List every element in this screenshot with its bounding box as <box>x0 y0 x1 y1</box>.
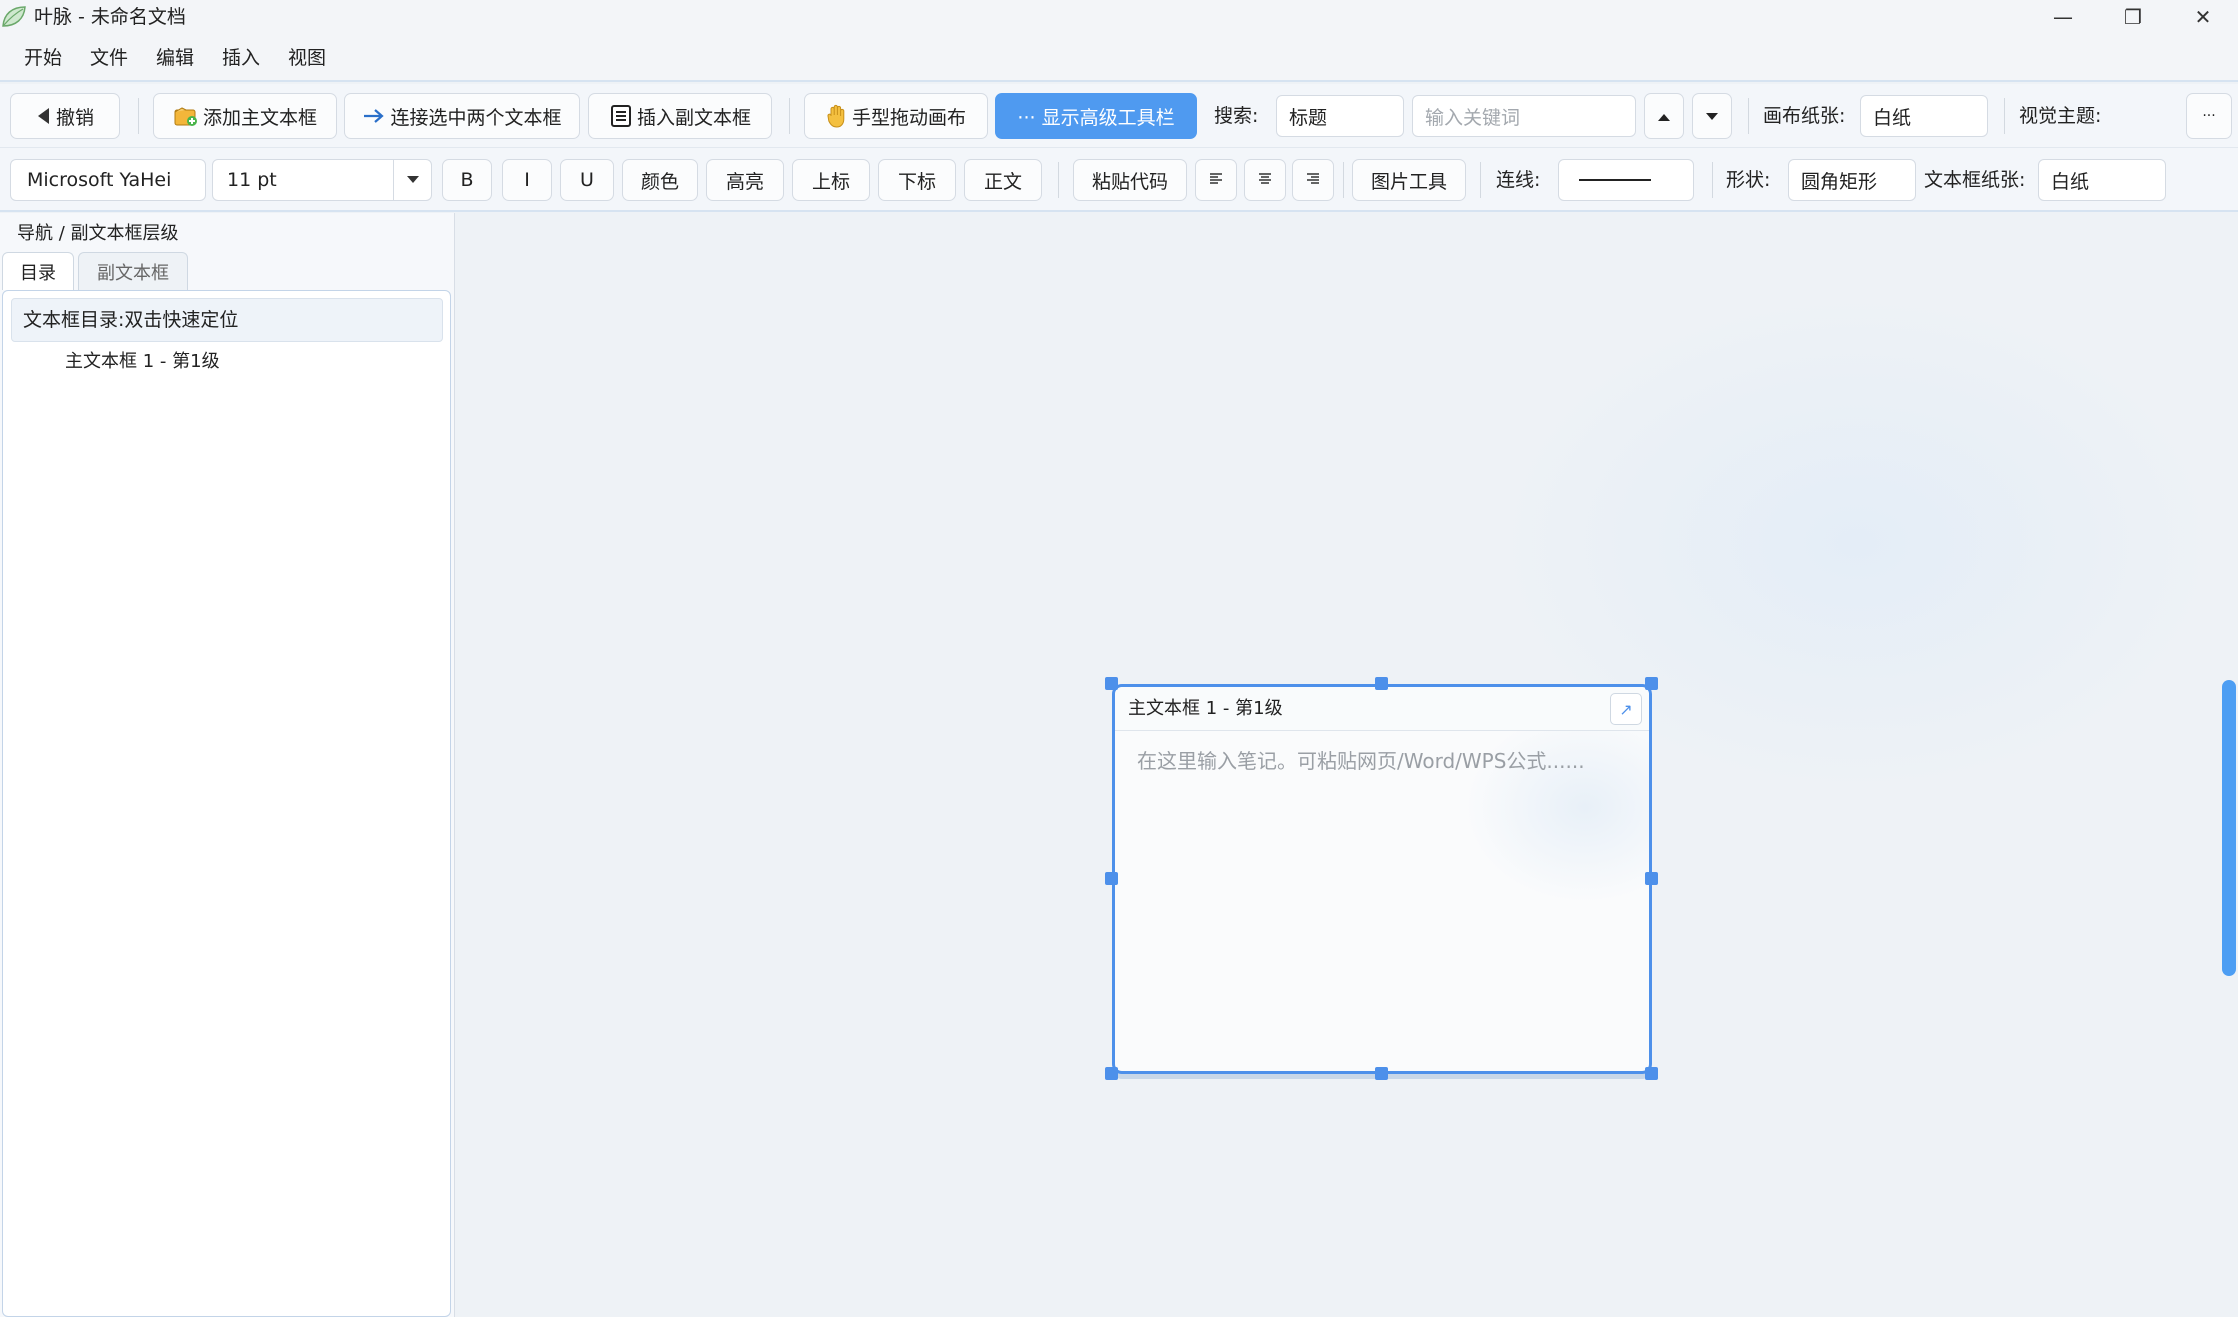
search-next-button[interactable] <box>1692 93 1732 139</box>
visual-theme-label: 视觉主题: <box>2019 105 2102 127</box>
separator <box>2004 98 2005 134</box>
vertical-scrollbar[interactable] <box>2222 680 2236 976</box>
font-family-select[interactable]: Microsoft YaHei <box>10 159 206 201</box>
undo-label: 撤销 <box>55 106 94 129</box>
separator <box>138 98 139 134</box>
separator <box>789 98 790 134</box>
undo-button[interactable]: 撤销 <box>10 93 120 139</box>
tree-header: 文本框目录:双击快速定位 <box>11 298 443 342</box>
arrow-right-icon <box>362 107 386 125</box>
superscript-button[interactable]: 上标 <box>792 159 870 201</box>
image-tools-button[interactable]: 图片工具 <box>1352 159 1466 201</box>
resize-handle-bottom-left[interactable] <box>1105 1067 1118 1080</box>
line-label: 连线: <box>1496 169 1541 191</box>
italic-button[interactable]: I <box>502 159 552 201</box>
tab-sub-boxes[interactable]: 副文本框 <box>78 252 188 290</box>
search-input[interactable]: 输入关键词 <box>1412 95 1636 137</box>
resize-handle-top-right[interactable] <box>1645 677 1658 690</box>
canvas-paper-label: 画布纸张: <box>1763 105 1846 127</box>
text-box-title: 主文本框 1 - 第1级 <box>1128 698 1283 719</box>
text-box-header: 主文本框 1 - 第1级 ↗ <box>1115 687 1649 731</box>
tree-item[interactable]: 主文本框 1 - 第1级 <box>65 348 220 376</box>
toc-tree: 文本框目录:双击快速定位 主文本框 1 - 第1级 <box>2 290 451 1317</box>
align-right-icon <box>1306 169 1320 191</box>
resize-handle-top[interactable] <box>1375 677 1388 690</box>
navigation-panel: 导航 / 副文本框层级 目录 副文本框 文本框目录:双击快速定位 主文本框 1 … <box>0 213 455 1317</box>
connect-boxes-button[interactable]: 连接选中两个文本框 <box>344 93 580 139</box>
body-text-button[interactable]: 正文 <box>964 159 1042 201</box>
search-prev-button[interactable] <box>1644 93 1684 139</box>
close-button[interactable]: ✕ <box>2168 0 2238 34</box>
align-right-button[interactable] <box>1292 159 1334 201</box>
menu-edit[interactable]: 编辑 <box>156 44 194 72</box>
align-center-icon <box>1258 169 1272 191</box>
format-toolbar: Microsoft YaHei 11 pt B I U 颜色 高亮 上标 下标 … <box>0 148 2238 212</box>
canvas-paper-select[interactable]: 白纸 <box>1860 95 1988 137</box>
search-label: 搜索: <box>1214 105 1259 127</box>
text-box-editor[interactable]: 在这里输入笔记。可粘贴网页/Word/WPS公式...... <box>1137 747 1585 775</box>
box-paper-label: 文本框纸张: <box>1924 169 2026 191</box>
line-style-select[interactable] <box>1558 159 1694 201</box>
underline-button[interactable]: U <box>560 159 614 201</box>
leaf-app-icon <box>0 4 28 30</box>
resize-handle-top-left[interactable] <box>1105 677 1118 690</box>
font-size-select[interactable]: 11 pt <box>212 159 432 201</box>
separator <box>1748 98 1749 134</box>
show-advanced-toolbar-button[interactable]: ··· 显示高级工具栏 <box>995 93 1197 139</box>
triangle-down-icon <box>1705 105 1719 127</box>
window-title: 叶脉 - 未命名文档 <box>34 6 186 28</box>
subscript-button[interactable]: 下标 <box>878 159 956 201</box>
search-scope-select[interactable]: 标题 <box>1276 95 1404 137</box>
menu-file[interactable]: 文件 <box>90 44 128 72</box>
restore-button[interactable]: ❐ <box>2098 0 2168 34</box>
main-toolbar: 撤销 添加主文本框 连接选中两个文本框 插入副文本框 手型拖动画布 ··· 显示… <box>0 84 2238 148</box>
triangle-up-icon <box>1657 105 1671 127</box>
color-button[interactable]: 颜色 <box>622 159 698 201</box>
add-main-box-button[interactable]: 添加主文本框 <box>153 93 337 139</box>
minimize-button[interactable]: — <box>2028 0 2098 34</box>
resize-handle-right[interactable] <box>1645 872 1658 885</box>
box-paper-select[interactable]: 白纸 <box>2038 159 2166 201</box>
align-center-button[interactable] <box>1244 159 1286 201</box>
main-text-box[interactable]: 主文本框 1 - 第1级 ↗ 在这里输入笔记。可粘贴网页/Word/WPS公式.… <box>1112 684 1652 1074</box>
separator <box>1712 162 1713 198</box>
menu-start[interactable]: 开始 <box>24 44 62 72</box>
panel-title: 导航 / 副文本框层级 <box>17 223 179 244</box>
connect-boxes-label: 连接选中两个文本框 <box>390 106 562 129</box>
expand-icon[interactable]: ↗ <box>1610 693 1642 725</box>
hand-drag-label: 手型拖动画布 <box>851 106 966 129</box>
menu-insert[interactable]: 插入 <box>222 44 260 72</box>
bold-button[interactable]: B <box>442 159 492 201</box>
resize-handle-bottom-right[interactable] <box>1645 1067 1658 1080</box>
insert-sub-box-button[interactable]: 插入副文本框 <box>588 93 772 139</box>
resize-handle-left[interactable] <box>1105 872 1118 885</box>
hand-drag-button[interactable]: 手型拖动画布 <box>804 93 988 139</box>
title-bar: 叶脉 - 未命名文档 — ❐ ✕ <box>0 0 2238 34</box>
menu-view[interactable]: 视图 <box>288 44 326 72</box>
folder-add-icon <box>173 104 199 128</box>
shape-select[interactable]: 圆角矩形 <box>1788 159 1916 201</box>
more-button[interactable]: ··· <box>2186 93 2232 139</box>
separator <box>1058 162 1059 198</box>
menu-bar: 开始 文件 编辑 插入 视图 <box>0 34 2238 82</box>
document-list-icon <box>609 104 633 128</box>
shape-label: 形状: <box>1726 169 1771 191</box>
resize-handle-bottom[interactable] <box>1375 1067 1388 1080</box>
highlight-button[interactable]: 高亮 <box>706 159 784 201</box>
separator <box>1480 162 1481 198</box>
tab-toc[interactable]: 目录 <box>2 252 74 290</box>
hand-icon <box>826 104 848 128</box>
align-left-button[interactable] <box>1195 159 1237 201</box>
add-main-box-label: 添加主文本框 <box>202 106 317 129</box>
back-arrow-icon <box>36 107 52 125</box>
insert-sub-box-label: 插入副文本框 <box>636 106 751 129</box>
font-size-value: 11 pt <box>227 169 277 191</box>
solid-line-icon <box>1579 179 1651 181</box>
separator <box>1343 162 1344 198</box>
chevron-down-icon[interactable] <box>393 160 431 200</box>
paste-code-button[interactable]: 粘贴代码 <box>1073 159 1187 201</box>
align-left-icon <box>1209 169 1223 191</box>
